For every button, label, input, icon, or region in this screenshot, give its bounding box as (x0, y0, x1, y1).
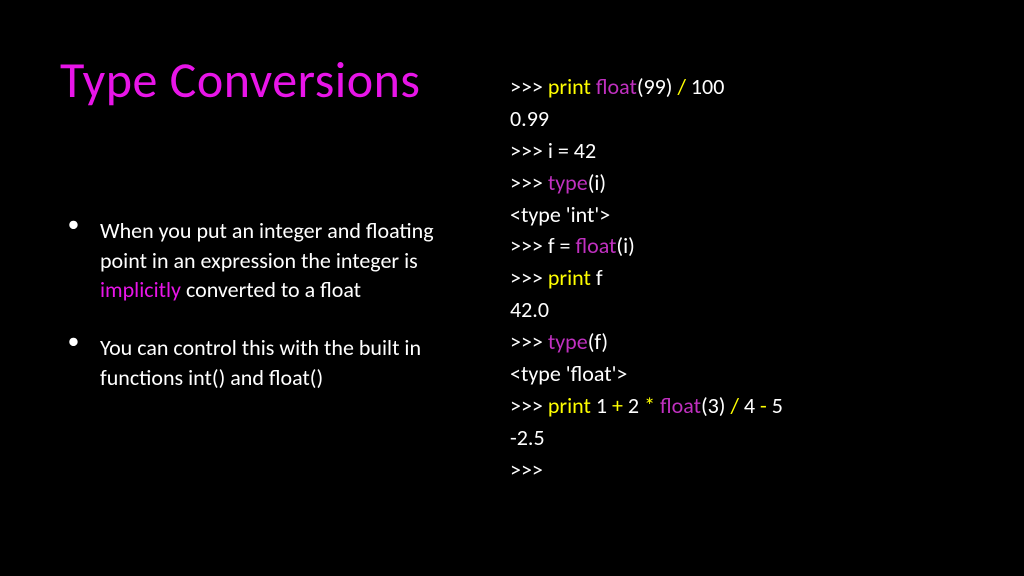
code-text: (99) (637, 73, 678, 100)
code-line: 0.99 (510, 103, 964, 135)
code-keyword: print (548, 264, 591, 291)
code-text: >>> f = (510, 232, 575, 259)
code-column: >>> print float(99) / 100 0.99 >>> i = 4… (510, 71, 964, 486)
code-builtin: float (596, 73, 637, 100)
bullet-highlight: implicitly (100, 276, 181, 303)
code-text: >>> (510, 169, 548, 196)
code-line: -2.5 (510, 422, 964, 454)
list-item: You can control this with the built in f… (60, 333, 460, 392)
code-text: 100 (686, 73, 724, 100)
code-line: >>> f = float(i) (510, 230, 964, 262)
code-text: (i) (616, 232, 634, 259)
code-text: >>> (510, 328, 548, 355)
code-text: 4 (739, 392, 760, 419)
code-text: 1 (591, 392, 612, 419)
bullet-text: You can control this with the built in f… (100, 334, 421, 391)
code-line: <type 'int'> (510, 199, 964, 231)
slide: Type Conversions When you put an integer… (0, 0, 1024, 576)
bullet-text: converted to a float (181, 276, 361, 303)
list-item: When you put an integer and floating poi… (60, 216, 460, 305)
code-line: >>> type(i) (510, 167, 964, 199)
code-text: (f) (588, 328, 608, 355)
code-keyword: print (548, 392, 591, 419)
code-line: >>> print 1 + 2 * float(3) / 4 - 5 (510, 390, 964, 422)
code-line: >>> print f (510, 262, 964, 294)
bullet-text: When you put an integer and floating poi… (100, 217, 434, 274)
code-operator: * (644, 392, 655, 419)
code-builtin: float (660, 392, 701, 419)
bullet-list: When you put an integer and floating poi… (60, 216, 460, 392)
code-text: 5 (767, 392, 783, 419)
code-line: <type 'float'> (510, 358, 964, 390)
bullet-column: When you put an integer and floating poi… (60, 171, 460, 420)
code-line: 42.0 (510, 294, 964, 326)
code-text: f (591, 264, 603, 291)
code-builtin: type (548, 328, 588, 355)
code-text: >>> (510, 73, 548, 100)
code-line: >>> i = 42 (510, 135, 964, 167)
code-line: >>> type(f) (510, 326, 964, 358)
code-text: >>> (510, 264, 548, 291)
code-operator: / (677, 73, 686, 100)
code-keyword: print (548, 73, 591, 100)
code-text: (3) (701, 392, 730, 419)
code-text: (i) (588, 169, 606, 196)
code-line: >>> print float(99) / 100 (510, 71, 964, 103)
code-line: >>> (510, 454, 964, 486)
code-operator: / (730, 392, 739, 419)
code-operator: + (612, 392, 623, 419)
slide-content: When you put an integer and floating poi… (60, 171, 964, 486)
code-builtin: type (548, 169, 588, 196)
code-text: 2 (623, 392, 644, 419)
code-builtin: float (575, 232, 616, 259)
code-operator: - (760, 392, 767, 419)
code-text: >>> (510, 392, 548, 419)
